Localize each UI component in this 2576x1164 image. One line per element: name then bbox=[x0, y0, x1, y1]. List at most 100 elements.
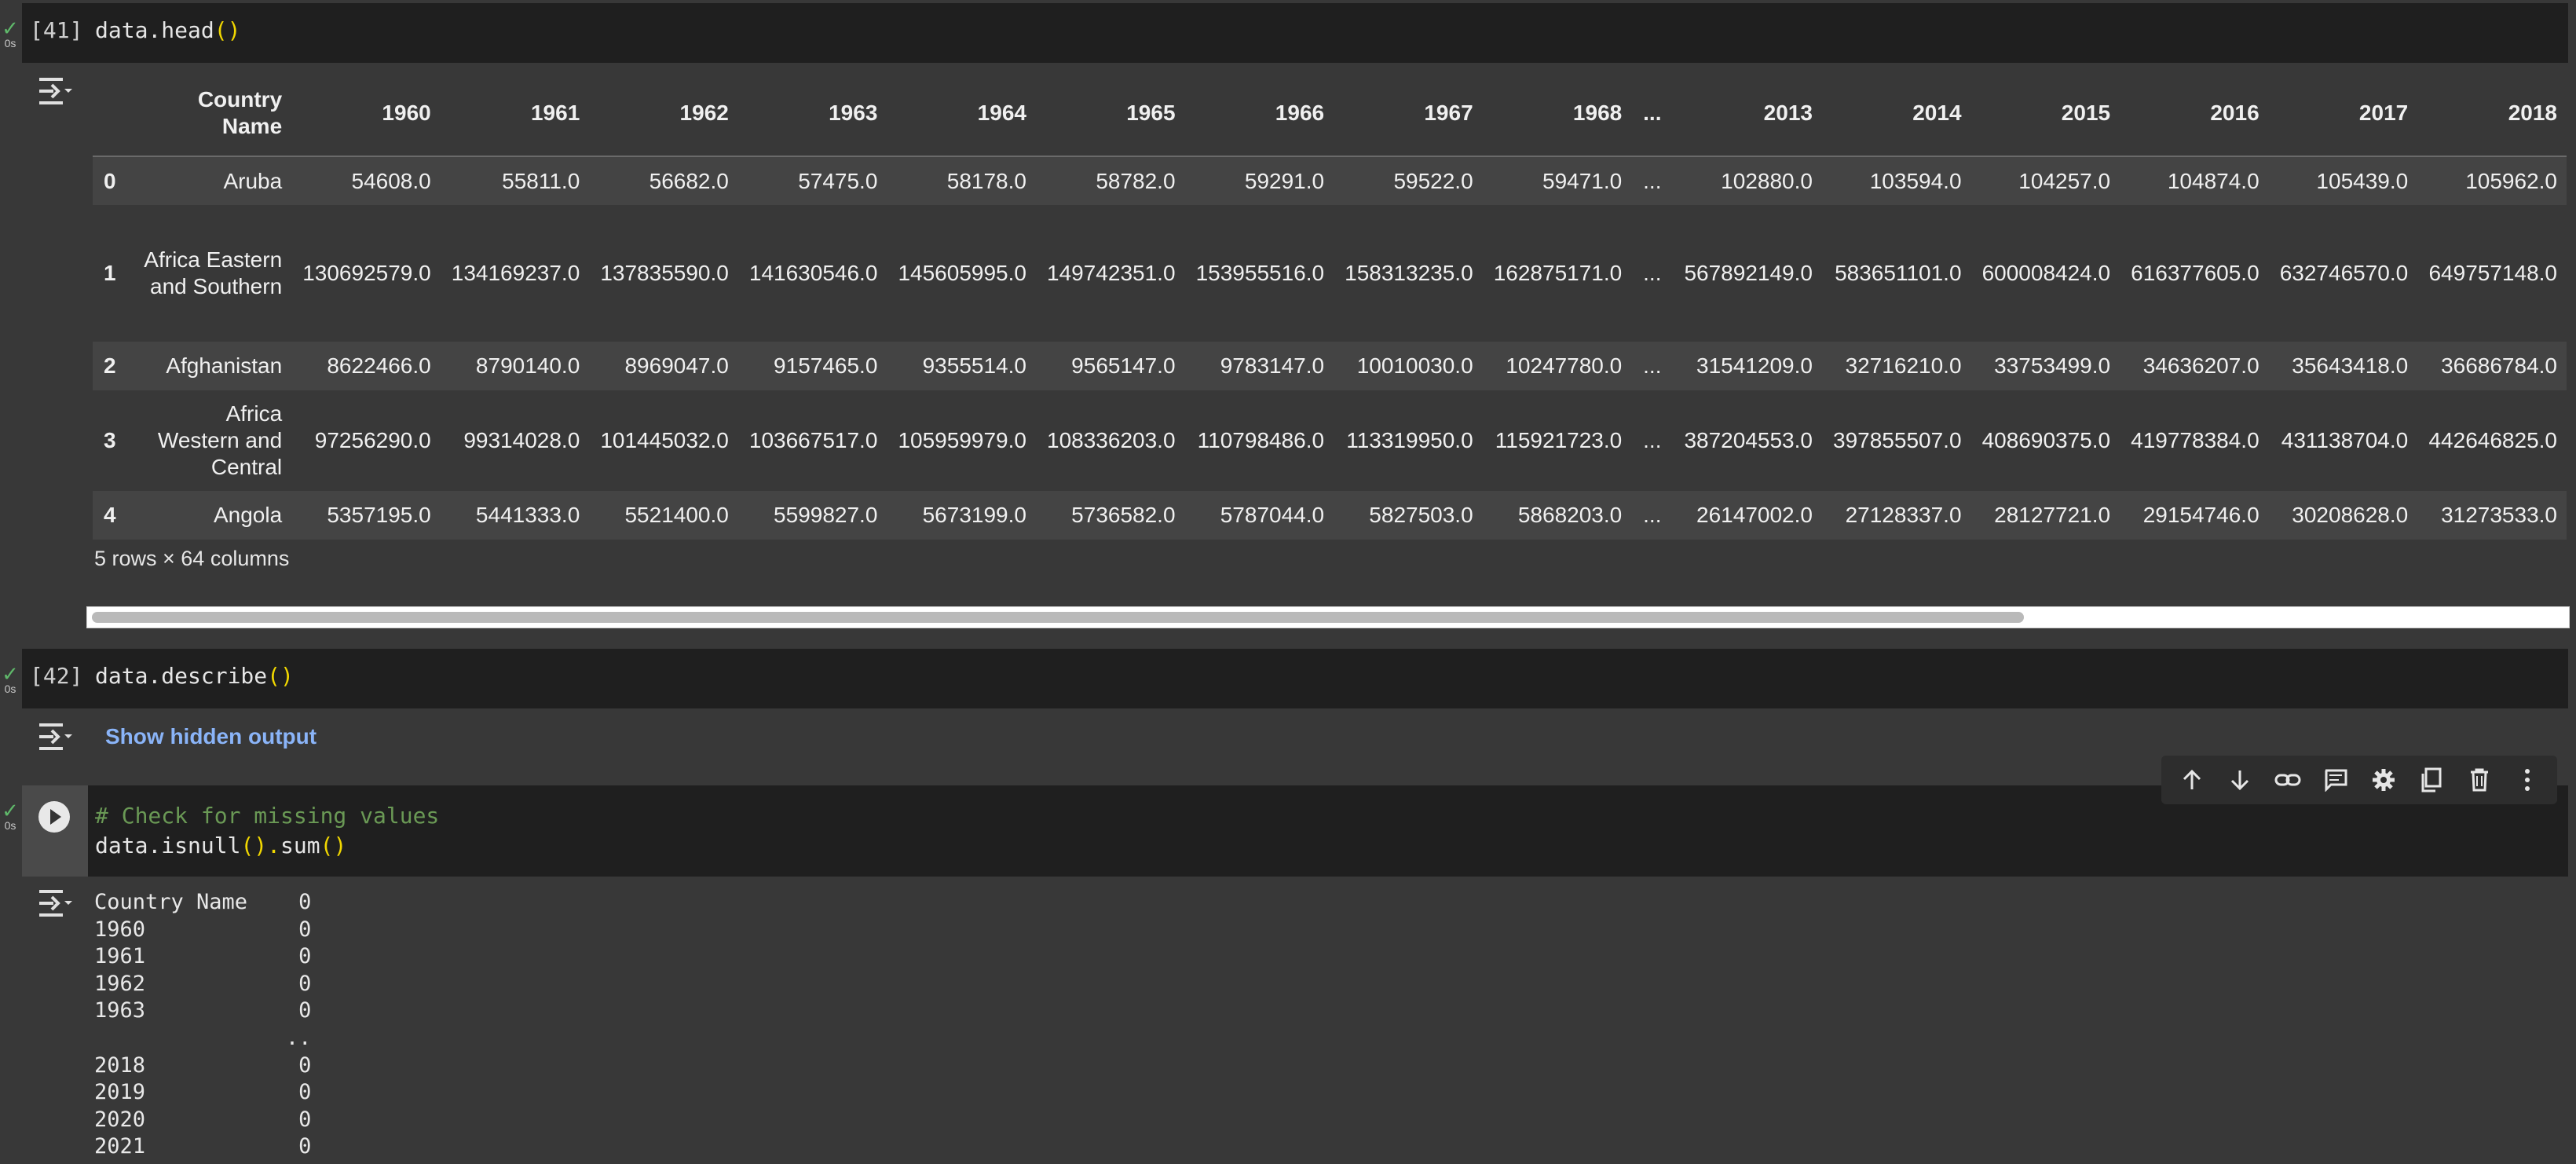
value-cell: 58178.0 bbox=[946, 168, 1026, 193]
table-row: 0 Aruba 54608.0 55811.0 56682.0 57475.0 58178.… bbox=[93, 156, 2567, 205]
link-icon[interactable] bbox=[2270, 763, 2305, 797]
row-index: 3 bbox=[104, 428, 116, 452]
ellipsis-cell: ... bbox=[1643, 353, 1662, 378]
horizontal-scrollbar[interactable] bbox=[86, 606, 2570, 628]
code-line[interactable]: data.isnull().sum() bbox=[95, 833, 346, 858]
series-line: 2018 0 bbox=[94, 1052, 312, 1078]
table-row: 3 Africa Western and Central 97256290.0 993… bbox=[93, 390, 2567, 491]
ellipsis-cell: ... bbox=[1643, 503, 1662, 527]
dataframe-output: Country Name 1960 1961 1962 1963 1964 19… bbox=[93, 71, 2567, 540]
arrow-down-icon[interactable] bbox=[2223, 763, 2257, 797]
value-cell: 5441333.0 bbox=[475, 503, 580, 527]
value-cell: 30208628.0 bbox=[2292, 503, 2409, 527]
mirror-cell-icon[interactable] bbox=[2414, 763, 2449, 797]
value-cell: 105959979.0 bbox=[898, 428, 1026, 452]
column-header: 2013 bbox=[1673, 71, 1822, 157]
more-vert-icon[interactable] bbox=[2510, 763, 2545, 797]
country-name-cell: Africa Western and Central bbox=[157, 401, 283, 479]
value-cell: 103594.0 bbox=[1869, 168, 1962, 193]
value-cell: 8622466.0 bbox=[327, 353, 431, 378]
value-cell: 26147002.0 bbox=[1696, 503, 1813, 527]
value-cell: 8969047.0 bbox=[624, 353, 729, 378]
cell-42-status: ✓ 0s bbox=[0, 664, 20, 694]
value-cell: 141630546.0 bbox=[748, 261, 878, 285]
column-header: 1965 bbox=[1035, 71, 1185, 157]
series-line: 1962 0 bbox=[94, 971, 312, 996]
index-header bbox=[93, 71, 137, 157]
code-comment[interactable]: # Check for missing values bbox=[95, 803, 439, 829]
show-hidden-output-link[interactable]: Show hidden output bbox=[105, 724, 317, 749]
series-line: 1963 0 bbox=[94, 998, 312, 1023]
value-cell: 27128337.0 bbox=[1845, 503, 1962, 527]
value-cell: 99314028.0 bbox=[463, 428, 580, 452]
scrollbar-thumb[interactable] bbox=[92, 612, 2024, 623]
column-header: 1960 bbox=[291, 71, 441, 157]
trash-icon[interactable] bbox=[2462, 763, 2497, 797]
value-cell: 103667517.0 bbox=[748, 428, 878, 452]
code-cell-41[interactable]: [41] data.head() bbox=[22, 3, 2568, 63]
value-cell: 5827503.0 bbox=[1369, 503, 1473, 527]
value-cell: 35643418.0 bbox=[2292, 353, 2409, 378]
column-header: 2015 bbox=[1970, 71, 2120, 157]
cell-3-status: ✓ 0s bbox=[0, 799, 20, 831]
value-cell: 431138704.0 bbox=[2281, 428, 2409, 452]
value-cell: 10247780.0 bbox=[1506, 353, 1623, 378]
value-cell: 583651101.0 bbox=[1835, 261, 1962, 285]
code-line[interactable]: data.describe() bbox=[95, 663, 294, 689]
header-row: Country Name 1960 1961 1962 1963 1964 19… bbox=[93, 71, 2567, 157]
output-actions-icon[interactable] bbox=[36, 75, 74, 107]
cell-toolbar bbox=[2161, 756, 2557, 804]
column-header: 2017 bbox=[2268, 71, 2418, 157]
value-cell: 9783147.0 bbox=[1220, 353, 1325, 378]
check-icon: ✓ bbox=[2, 16, 19, 40]
value-cell: 145605995.0 bbox=[898, 261, 1026, 285]
country-name-cell: Africa Eastern and Southern bbox=[144, 247, 283, 298]
value-cell: 649757148.0 bbox=[2428, 261, 2557, 285]
value-cell: 8790140.0 bbox=[475, 353, 580, 378]
output-actions-icon[interactable] bbox=[36, 721, 74, 752]
run-cell-button[interactable] bbox=[38, 801, 70, 833]
value-cell: 59291.0 bbox=[1244, 168, 1325, 193]
comment-icon[interactable] bbox=[2318, 763, 2353, 797]
country-name-cell: Angola bbox=[213, 503, 283, 527]
code-line[interactable]: data.head() bbox=[95, 17, 240, 43]
ellipsis-cell: ... bbox=[1643, 261, 1662, 285]
value-cell: 59471.0 bbox=[1542, 168, 1623, 193]
value-cell: 149742351.0 bbox=[1047, 261, 1176, 285]
output-actions-icon[interactable] bbox=[36, 888, 74, 919]
ellipsis-cell: ... bbox=[1643, 428, 1662, 452]
table-row: 4 Angola 5357195.0 5441333.0 5521400.0 559982… bbox=[93, 491, 2567, 540]
column-header: 1961 bbox=[440, 71, 590, 157]
value-cell: 9157465.0 bbox=[774, 353, 878, 378]
value-cell: 32716210.0 bbox=[1845, 353, 1962, 378]
execution-count: [41] bbox=[30, 17, 83, 43]
dataframe-shape: 5 rows × 64 columns bbox=[94, 547, 290, 570]
value-cell: 5787044.0 bbox=[1220, 503, 1325, 527]
value-cell: 5357195.0 bbox=[327, 503, 431, 527]
value-cell: 397855507.0 bbox=[1833, 428, 1962, 452]
table-row: 1 Africa Eastern and Southern 130692579.0 1… bbox=[93, 205, 2567, 342]
arrow-up-icon[interactable] bbox=[2175, 763, 2209, 797]
value-cell: 10010030.0 bbox=[1356, 353, 1473, 378]
value-cell: 29154746.0 bbox=[2142, 503, 2259, 527]
column-header: 1964 bbox=[887, 71, 1036, 157]
gear-icon[interactable] bbox=[2366, 763, 2401, 797]
column-header: 1962 bbox=[589, 71, 738, 157]
column-header: 2016 bbox=[2120, 71, 2269, 157]
row-index: 4 bbox=[104, 503, 116, 527]
ellipsis-cell: ... bbox=[1643, 168, 1662, 193]
value-cell: 31541209.0 bbox=[1696, 353, 1813, 378]
value-cell: 104874.0 bbox=[2167, 168, 2259, 193]
ellipsis-header: ... bbox=[1631, 71, 1674, 157]
value-cell: 632746570.0 bbox=[2279, 261, 2409, 285]
column-header: 1967 bbox=[1334, 71, 1483, 157]
value-cell: 408690375.0 bbox=[1981, 428, 2111, 452]
code-cell-42[interactable]: [42] data.describe() bbox=[22, 649, 2568, 708]
value-cell: 134169237.0 bbox=[451, 261, 580, 285]
value-cell: 442646825.0 bbox=[2428, 428, 2557, 452]
value-cell: 101445032.0 bbox=[600, 428, 729, 452]
value-cell: 104257.0 bbox=[2018, 168, 2111, 193]
column-header: Country Name bbox=[136, 71, 292, 157]
value-cell: 56682.0 bbox=[649, 168, 729, 193]
check-icon: ✓ bbox=[2, 799, 19, 822]
